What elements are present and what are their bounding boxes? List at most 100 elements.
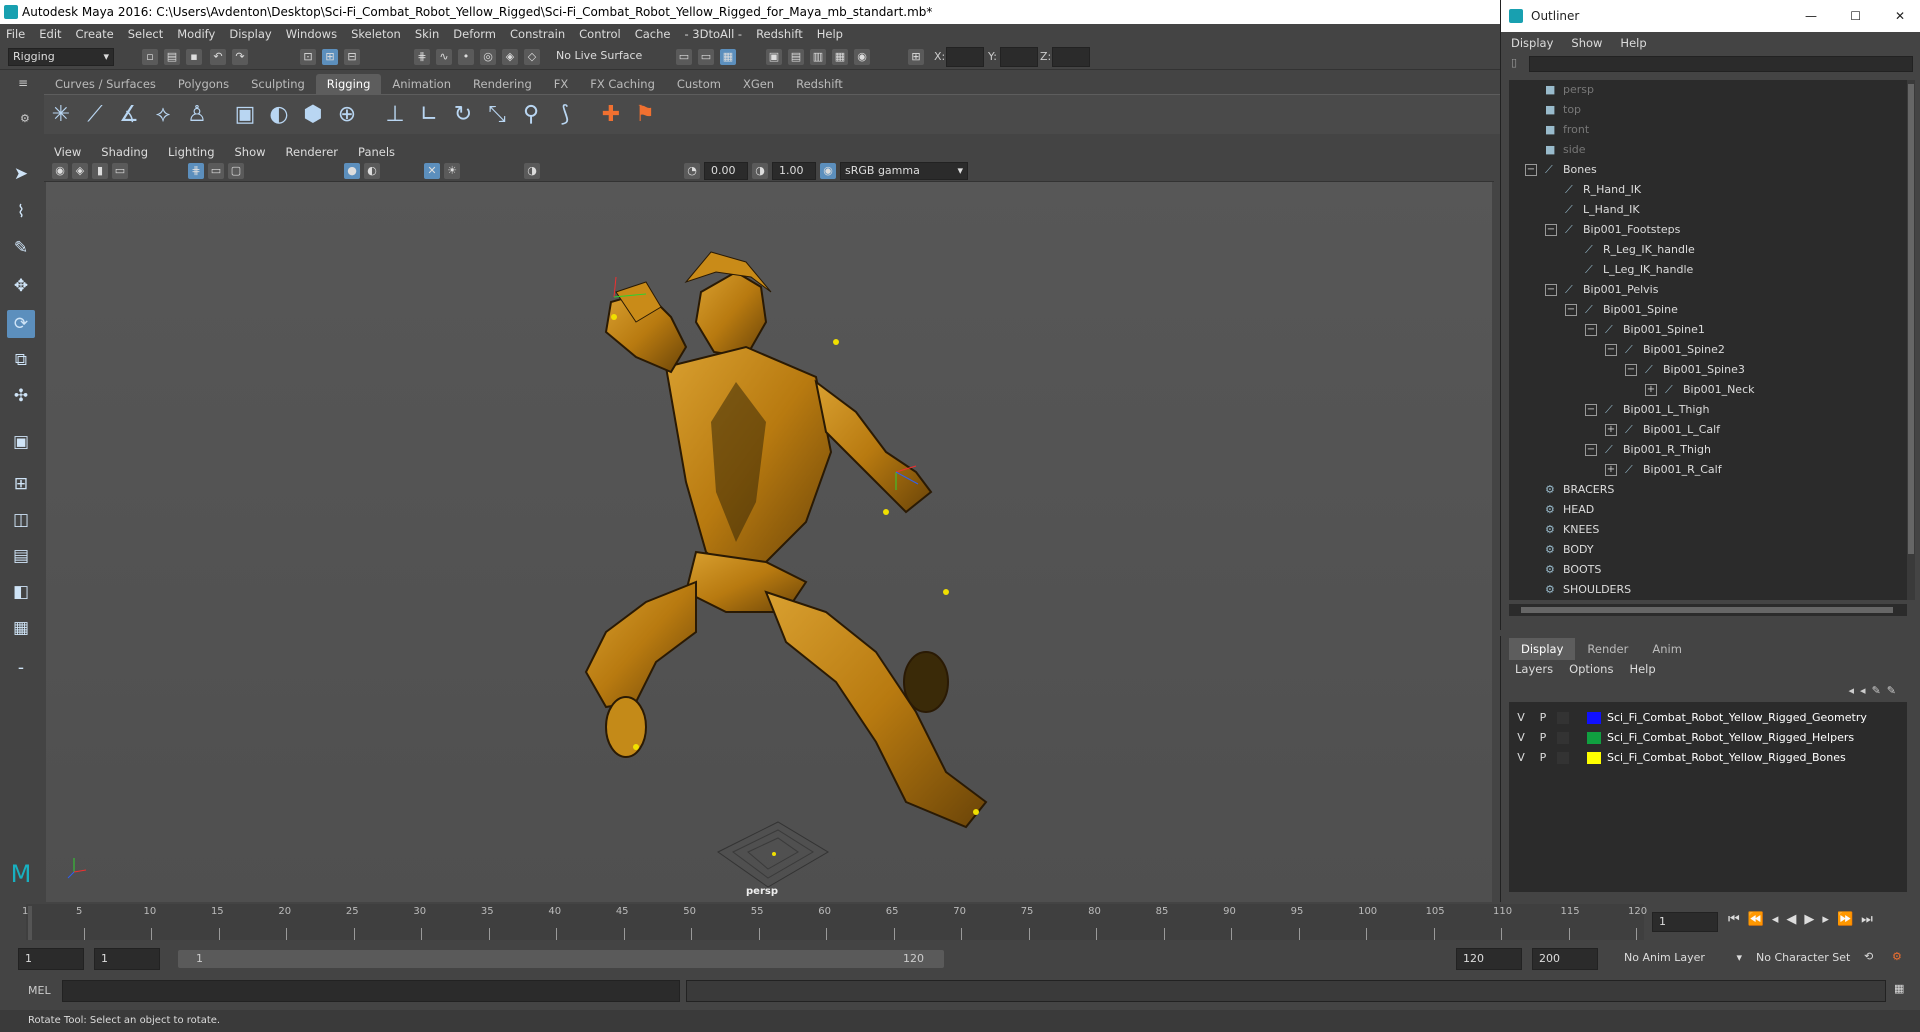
two-pane-icon[interactable]: ◫ xyxy=(7,506,35,534)
new-layer-icon[interactable]: ✎ xyxy=(1872,684,1887,697)
current-time-indicator[interactable] xyxy=(28,906,32,940)
universal-manip-icon[interactable]: ✣ xyxy=(7,382,35,410)
auto-key-icon[interactable]: ⟲ xyxy=(1864,950,1873,963)
filter-icon[interactable]: ▯ xyxy=(1511,56,1517,69)
expand-icon[interactable]: + xyxy=(1605,424,1617,436)
play-forward-icon[interactable]: ▶ xyxy=(1804,912,1822,927)
set-driven-key-icon[interactable]: ⚑ xyxy=(630,100,660,130)
outliner-item[interactable]: ⟋ Bip001_Spine xyxy=(1585,300,1678,320)
mirror-joint-icon[interactable]: ⟡ xyxy=(148,100,178,130)
output-ops-icon[interactable]: ▭ xyxy=(698,49,714,65)
viewport-menu-view[interactable]: View xyxy=(54,145,81,159)
new-scene-icon[interactable]: ▫ xyxy=(142,49,158,65)
hypershade-layout-icon[interactable]: ▦ xyxy=(7,614,35,642)
expand-icon[interactable]: + xyxy=(1645,384,1657,396)
menu-deform[interactable]: Deform xyxy=(453,27,496,41)
humanik-icon[interactable]: ♙ xyxy=(182,100,212,130)
resolution-gate-icon[interactable]: ▢ xyxy=(228,163,244,179)
outliner-item[interactable]: ⟋ Bip001_Neck xyxy=(1665,380,1755,400)
outliner-item[interactable]: ⟋ R_Hand_IK xyxy=(1565,180,1641,200)
character-set-dropdown[interactable]: No Character Set xyxy=(1752,950,1870,968)
minimize-icon[interactable]: — xyxy=(1805,0,1817,32)
shelf-tab-polygons[interactable]: Polygons xyxy=(167,74,240,94)
layer-menu-options[interactable]: Options xyxy=(1569,662,1613,676)
layer-color-swatch[interactable] xyxy=(1587,752,1601,764)
shelf-tab-fx[interactable]: FX xyxy=(543,74,580,94)
viewport-menu-shading[interactable]: Shading xyxy=(101,145,148,159)
shelf-settings-icon[interactable]: ⚙ xyxy=(20,112,30,125)
step-back-icon[interactable]: ⏪ xyxy=(1748,912,1772,927)
outliner-item[interactable]: ⟋ Bip001_Spine1 xyxy=(1605,320,1705,340)
menu-skeleton[interactable]: Skeleton xyxy=(351,27,401,41)
z-field[interactable] xyxy=(1052,47,1090,67)
menu-help[interactable]: Help xyxy=(817,27,843,41)
camera-attributes-icon[interactable]: ◈ xyxy=(72,163,88,179)
outliner-item[interactable]: ⟋ Bip001_Spine2 xyxy=(1625,340,1725,360)
select-component-icon[interactable]: ⊟ xyxy=(344,49,360,65)
cluster-icon[interactable]: ⊕ xyxy=(332,100,362,130)
snap-view-icon[interactable]: ◎ xyxy=(480,49,496,65)
menu-file[interactable]: File xyxy=(6,27,25,41)
command-input[interactable] xyxy=(62,980,680,1002)
go-to-end-icon[interactable]: ⏭ xyxy=(1861,912,1881,927)
shelf-tab-redshift[interactable]: Redshift xyxy=(785,74,854,94)
redo-icon[interactable]: ↷ xyxy=(232,49,248,65)
aim-constraint-icon[interactable]: ∟ xyxy=(414,100,444,130)
bookmark-icon[interactable]: ▮ xyxy=(92,163,108,179)
outliner-item[interactable]: ⟋ Bip001_L_Calf xyxy=(1625,420,1720,440)
playback-end-field[interactable]: 120 xyxy=(1456,948,1522,970)
persp-graph-icon[interactable]: ◧ xyxy=(7,578,35,606)
pole-vector-icon[interactable]: ⟆ xyxy=(550,100,580,130)
ipr-render-icon[interactable]: ▥ xyxy=(810,49,826,65)
layer-playback-toggle[interactable]: P xyxy=(1535,748,1551,768)
shelf-tab-rigging[interactable]: Rigging xyxy=(315,74,382,94)
single-pane-icon[interactable]: ▣ xyxy=(7,428,35,456)
layer-visibility-toggle[interactable]: V xyxy=(1513,748,1529,768)
shelf-tab-xgen[interactable]: XGen xyxy=(732,74,785,94)
shelf-tab-fx-caching[interactable]: FX Caching xyxy=(579,74,666,94)
lasso-tool-icon[interactable]: ⌇ xyxy=(7,198,35,226)
shelf-tab-custom[interactable]: Custom xyxy=(666,74,732,94)
end-time-field[interactable]: 200 xyxy=(1532,948,1598,970)
outliner-item[interactable]: ⟋ Bip001_Pelvis xyxy=(1565,280,1658,300)
grid-toggle-icon[interactable]: ⋕ xyxy=(188,163,204,179)
collapse-icon[interactable]: − xyxy=(1585,404,1597,416)
collapse-icon[interactable]: − xyxy=(1565,304,1577,316)
scale-tool-icon[interactable]: ⧉ xyxy=(7,346,35,374)
joint-tool-icon[interactable]: ✳ xyxy=(46,100,76,130)
playback-start-field[interactable]: 1 xyxy=(94,948,160,970)
layout-more-icon[interactable]: - xyxy=(7,654,35,682)
outliner-item[interactable]: ⟋ Bip001_R_Calf xyxy=(1625,460,1722,480)
persp-outliner-icon[interactable]: ▤ xyxy=(7,542,35,570)
outliner-hscroll-thumb[interactable] xyxy=(1521,607,1893,613)
collapse-icon[interactable]: − xyxy=(1605,344,1617,356)
preferences-icon[interactable]: ⚙ xyxy=(1892,950,1902,963)
bind-skin-icon[interactable]: ▣ xyxy=(230,100,260,130)
scale-constraint-icon[interactable]: ⤡ xyxy=(482,100,512,130)
layer-menu-help[interactable]: Help xyxy=(1629,662,1655,676)
shelf-tab-animation[interactable]: Animation xyxy=(381,74,462,94)
step-forward-icon[interactable]: ⏩ xyxy=(1837,912,1861,927)
lights-icon[interactable]: ☀ xyxy=(444,163,460,179)
layer-tab-anim[interactable]: Anim xyxy=(1640,638,1694,660)
anim-layer-dropdown[interactable]: No Anim Layer ▾ xyxy=(1620,950,1742,968)
layer-playback-toggle[interactable]: P xyxy=(1535,708,1551,728)
robot-character[interactable] xyxy=(584,251,988,829)
outliner-item[interactable]: ⟋ Bip001_Footsteps xyxy=(1565,220,1680,240)
layer-color-swatch[interactable] xyxy=(1587,732,1601,744)
viewport-menu-show[interactable]: Show xyxy=(235,145,266,159)
snap-grid-icon[interactable]: ⋕ xyxy=(414,49,430,65)
close-icon[interactable]: ✕ xyxy=(1895,0,1905,32)
start-time-field[interactable]: 1 xyxy=(18,948,84,970)
shelf-menu-icon[interactable]: ≡ xyxy=(18,76,28,90)
time-slider[interactable]: 1 5 10 15 20 25 30 35 40 45 50 55 60 65 70 75 80 85 90 95 10… xyxy=(0,902,1920,942)
transform-mode-icon[interactable]: ⊞ xyxy=(908,49,924,65)
shelf-tab-sculpting[interactable]: Sculpting xyxy=(240,74,316,94)
hypershade-icon[interactable]: ◉ xyxy=(854,49,870,65)
ik-spline-icon[interactable]: ∡ xyxy=(114,100,144,130)
input-ops-icon[interactable]: ▭ xyxy=(676,49,692,65)
select-hierarchy-icon[interactable]: ⊡ xyxy=(300,49,316,65)
shelf-tab-curves-surfaces[interactable]: Curves / Surfaces xyxy=(44,74,167,94)
collapse-icon[interactable]: − xyxy=(1585,324,1597,336)
live-surface-field[interactable]: No Live Surface xyxy=(552,48,648,66)
